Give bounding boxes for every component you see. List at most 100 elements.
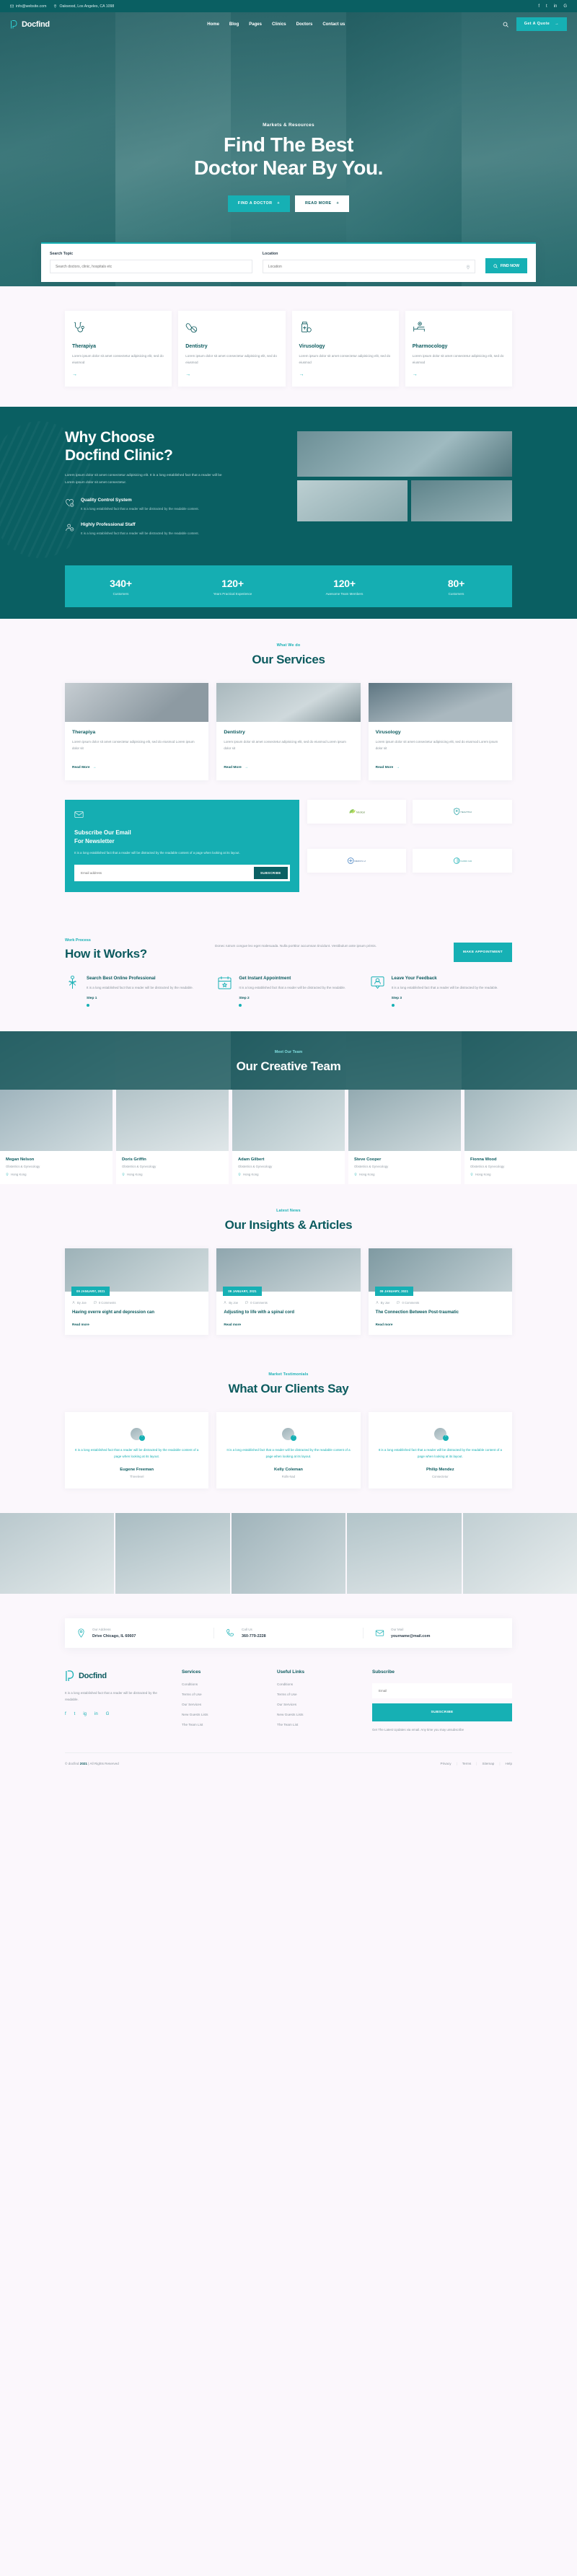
- calendar-icon: [218, 976, 232, 989]
- footer-link[interactable]: New Guests Lists: [277, 1713, 356, 1716]
- linkedin-icon[interactable]: in: [554, 4, 558, 9]
- footer-logo[interactable]: Docfind: [65, 1669, 166, 1682]
- nav-item-contact[interactable]: Contact us: [322, 22, 345, 27]
- why-feature-text: It is a long established fact that a rea…: [81, 506, 199, 511]
- team-member-card[interactable]: Megan Nelson Obstetrics & Gynecology Hon…: [0, 1089, 113, 1184]
- get-quote-button[interactable]: Get A Quote →: [516, 17, 567, 32]
- feature-card[interactable]: Therapiya Lorem ipsum dolor sit amet con…: [65, 311, 172, 387]
- blog-date-badge: 09 JANUARY, 2021: [374, 1286, 414, 1296]
- nav-item-blog[interactable]: Blog: [229, 22, 239, 27]
- footer-column-title: Subscribe: [372, 1669, 395, 1675]
- step-dot-icon: [239, 1003, 242, 1007]
- feature-card[interactable]: Pharmocology Lorem ipsum dolor sit amet …: [405, 311, 512, 387]
- blog-read-more[interactable]: Read more: [224, 1323, 353, 1326]
- arrow-right-icon[interactable]: →: [72, 372, 164, 377]
- team-member-card[interactable]: Fionna Wood Obstetrics & Gynecology Hong…: [464, 1089, 577, 1184]
- user-icon: [72, 1301, 75, 1304]
- footer-link[interactable]: Terms of Use: [277, 1693, 356, 1696]
- logo[interactable]: Docfind: [10, 19, 50, 30]
- footer-link[interactable]: Our Services: [182, 1703, 261, 1706]
- blog-date-badge: 09 JANUARY, 2021: [223, 1286, 262, 1296]
- blog-read-more[interactable]: Read more: [72, 1323, 201, 1326]
- find-now-button[interactable]: FIND NOW: [485, 258, 527, 274]
- copyright-pre: © docfind: [65, 1761, 79, 1765]
- nav-item-home[interactable]: Home: [207, 22, 219, 27]
- why-choose-paragraph: Lorem ipsum dolor sit amet consectetur a…: [65, 474, 222, 485]
- user-icon: [375, 1301, 379, 1304]
- footer-link[interactable]: Conditions: [277, 1682, 356, 1686]
- newsletter-email-input[interactable]: [81, 870, 255, 875]
- avatar: ”: [433, 1427, 449, 1441]
- linkedin-icon[interactable]: in: [94, 1712, 98, 1716]
- search-location-field[interactable]: [262, 260, 475, 274]
- blog-card[interactable]: 09 JANUARY, 2021 By Joe 0 Comments The C…: [368, 1248, 512, 1335]
- service-read-more[interactable]: Read More →: [224, 766, 247, 769]
- quote-icon: ”: [139, 1434, 146, 1441]
- feature-card[interactable]: Virusology Lorem ipsum dolor sit amet co…: [291, 311, 399, 387]
- footer-terms-link[interactable]: Terms: [462, 1762, 472, 1765]
- footer-privacy-link[interactable]: Privacy: [441, 1762, 452, 1765]
- team-member-card[interactable]: Adam Gilbert Obstetrics & Gynecology Hon…: [232, 1089, 345, 1184]
- search-location-input[interactable]: [268, 264, 470, 269]
- service-read-more[interactable]: Read More →: [376, 766, 400, 769]
- arrow-right-icon[interactable]: →: [299, 372, 392, 377]
- newsletter-subscribe-button[interactable]: SUBSCRIBE: [254, 866, 288, 879]
- nav-item-pages[interactable]: Pages: [249, 22, 262, 27]
- service-card[interactable]: Virusology Lorem ipsum dolor sit amet co…: [368, 683, 512, 780]
- partner-logo: HEALTHCARE: [413, 800, 512, 824]
- stat-label: Years Practical Experience: [213, 592, 252, 596]
- footer-help-link[interactable]: Help: [506, 1762, 512, 1765]
- testimonial-role: Threelevel: [129, 1474, 144, 1478]
- step-title: Get Instant Appointment: [239, 975, 291, 981]
- google-icon[interactable]: G: [106, 1712, 110, 1716]
- find-a-doctor-button[interactable]: FIND A DOCTOR +: [227, 195, 290, 213]
- topbar-social-links: f t in G: [538, 4, 567, 9]
- search-topic-field[interactable]: [50, 260, 252, 274]
- footer-link[interactable]: New Guests Lists: [182, 1713, 261, 1716]
- location-pin-icon: [466, 265, 470, 270]
- envelope-icon: [74, 811, 84, 818]
- footer-sitemap-link[interactable]: Sitemap: [482, 1762, 494, 1765]
- service-card[interactable]: Therapiya Lorem ipsum dolor sit amet con…: [65, 683, 209, 780]
- nav-item-clinics[interactable]: Clinics: [272, 22, 286, 27]
- stat-item: 120+ Awesome Team Members: [288, 578, 400, 596]
- read-more-button[interactable]: READ MORE +: [294, 195, 350, 213]
- team-member-card[interactable]: Doris Griffin Obstetrics & Gynecology Ho…: [116, 1089, 229, 1184]
- footer-link[interactable]: Conditions: [182, 1682, 261, 1686]
- footer-link[interactable]: Our Services: [277, 1703, 356, 1706]
- footer-link[interactable]: Terms of Use: [182, 1693, 261, 1696]
- arrow-right-icon[interactable]: →: [185, 372, 278, 377]
- team-member-card[interactable]: Steve Cooper Obstetrics & Gynecology Hon…: [348, 1089, 461, 1184]
- stat-number: 80+: [447, 578, 465, 590]
- facebook-icon[interactable]: f: [538, 4, 539, 9]
- read-more-label: Read More: [224, 766, 242, 769]
- nav-item-doctors[interactable]: Doctors: [296, 22, 313, 27]
- topbar: info@website.com Oakwood, Los Angeles, C…: [0, 0, 577, 12]
- service-read-more[interactable]: Read More →: [72, 766, 96, 769]
- twitter-icon[interactable]: t: [546, 4, 547, 9]
- footer-link[interactable]: The Team List: [277, 1723, 356, 1726]
- search-icon[interactable]: [503, 22, 508, 27]
- topbar-email[interactable]: info@website.com: [10, 4, 46, 9]
- plus-icon: +: [277, 200, 280, 206]
- make-appointment-button[interactable]: MAKE APPOINTMENT: [454, 942, 512, 962]
- feature-card[interactable]: Dentistry Lorem ipsum dolor sit amet con…: [178, 311, 286, 387]
- service-card[interactable]: Dentistry Lorem ipsum dolor sit amet con…: [216, 683, 361, 780]
- footer-subscribe-button[interactable]: SUBSCRIBE: [372, 1703, 512, 1721]
- footer-email-input[interactable]: [372, 1682, 512, 1698]
- service-image: [216, 683, 361, 723]
- twitter-icon[interactable]: t: [74, 1712, 76, 1716]
- google-icon[interactable]: G: [563, 4, 567, 9]
- blog-card[interactable]: 09 JANUARY, 2021 By Joe 0 Comments Adjus…: [216, 1248, 361, 1335]
- blog-post-title: The Connection Between Post-traumatic: [375, 1310, 459, 1315]
- instagram-icon[interactable]: ig: [83, 1712, 87, 1716]
- footer-link[interactable]: The Team List: [182, 1723, 261, 1726]
- search-topic-input[interactable]: [56, 264, 247, 269]
- blog-card[interactable]: 09 JANUARY, 2021 By Joe 0 Comments Havin…: [65, 1248, 209, 1335]
- blog-read-more[interactable]: Read more: [376, 1323, 505, 1326]
- topbar-address: Oakwood, Los Angeles, CA 1098: [53, 4, 114, 9]
- stats-bar: 340+ Customers 120+ Years Practical Expe…: [65, 565, 512, 608]
- contact-phone: Call Us 360-779-2228: [213, 1627, 363, 1638]
- arrow-right-icon[interactable]: →: [413, 372, 505, 377]
- facebook-icon[interactable]: f: [65, 1712, 66, 1716]
